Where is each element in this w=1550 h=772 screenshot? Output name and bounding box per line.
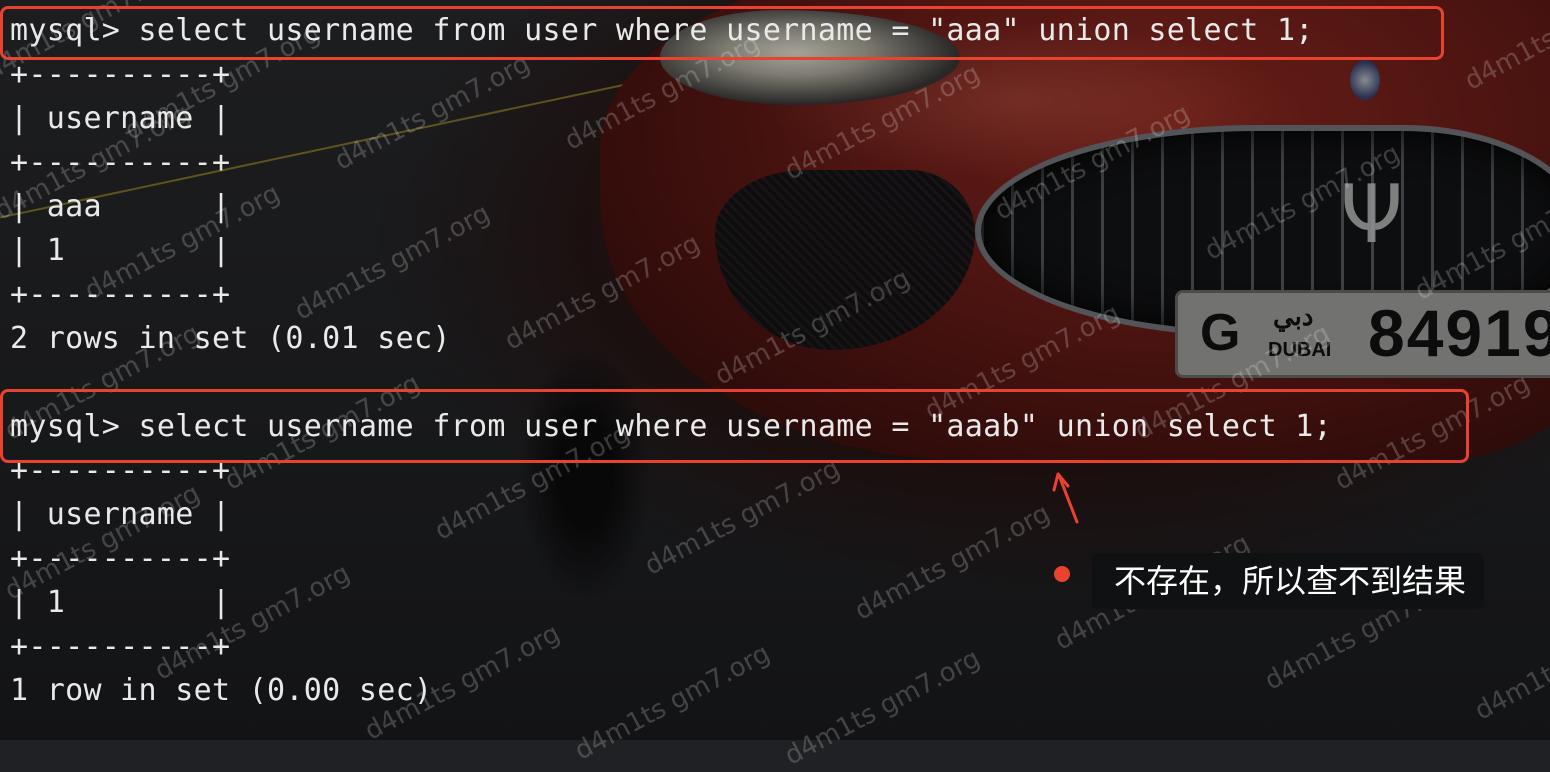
annotation-note: 不存在，所以查不到结果: [1092, 553, 1485, 609]
highlight-box-command-2: [0, 389, 1469, 463]
table-border: +----------+: [10, 541, 231, 576]
result-summary-1: 2 rows in set (0.01 sec): [10, 321, 451, 356]
annotation-arrow-icon: [1052, 472, 1079, 524]
table-header: | username |: [10, 497, 231, 532]
table-border: +----------+: [10, 145, 231, 180]
terminal-output[interactable]: mysql> select username from user where u…: [0, 0, 1550, 740]
table-header: | username |: [10, 101, 231, 136]
table-row: | 1 |: [10, 233, 231, 268]
table-row: | 1 |: [10, 585, 231, 620]
result-summary-2: 1 row in set (0.00 sec): [10, 673, 433, 708]
table-border: +----------+: [10, 277, 231, 312]
annotation-dot-icon: [1054, 566, 1070, 582]
highlight-box-command-1: [0, 6, 1444, 60]
table-row: | aaa |: [10, 189, 231, 224]
table-border: +----------+: [10, 629, 231, 664]
